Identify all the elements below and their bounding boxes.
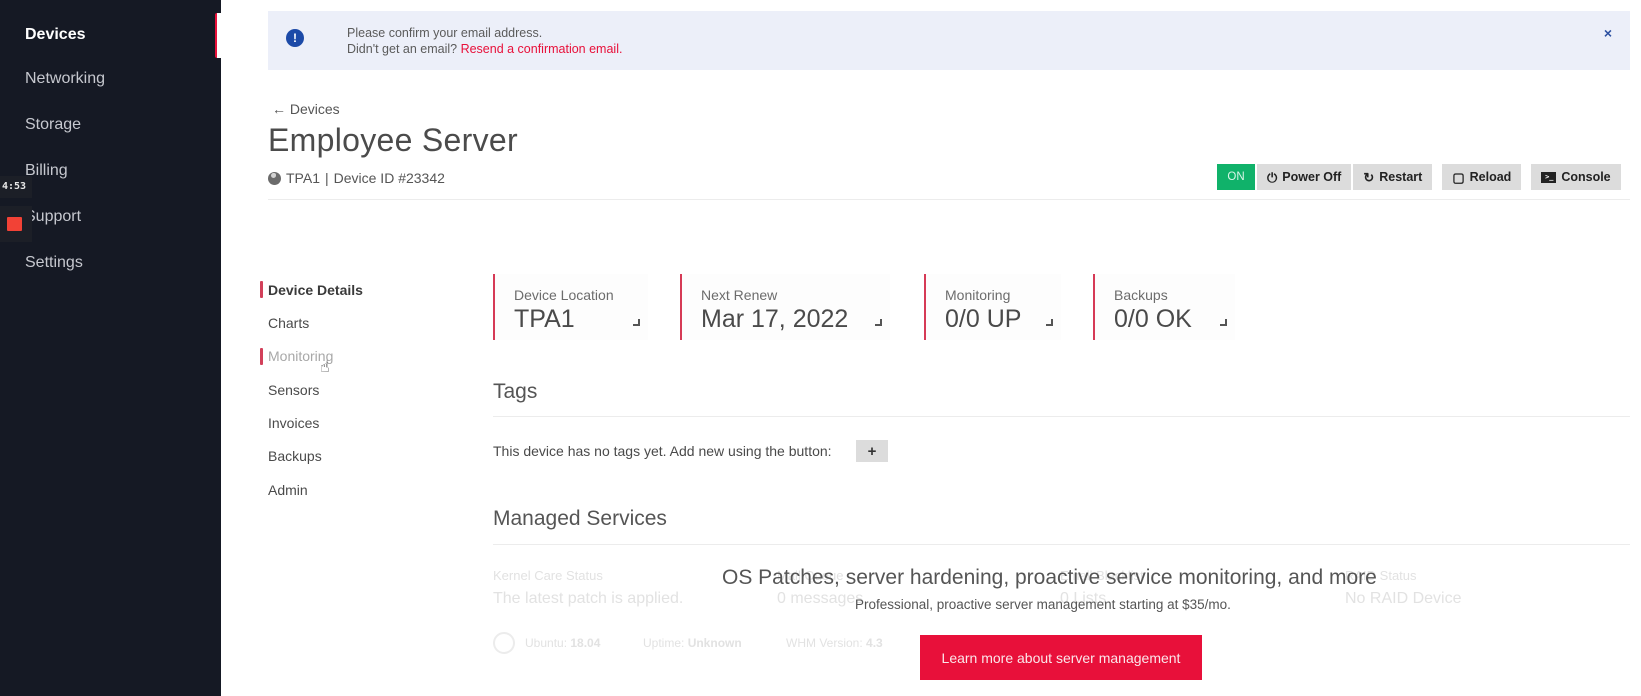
- os-label: Ubuntu:: [525, 636, 568, 650]
- card-value: Mar 17, 2022: [701, 305, 849, 333]
- sidebar-item-devices[interactable]: Devices: [25, 26, 86, 44]
- subnav-active-marker: [260, 281, 263, 298]
- resend-confirmation-link[interactable]: Resend a confirmation email.: [461, 42, 623, 56]
- card-backups[interactable]: Backups 0/0 OK: [1093, 274, 1235, 340]
- sidebar-item-settings[interactable]: Settings: [25, 254, 83, 272]
- device-id: Device ID #23342: [333, 170, 445, 186]
- learn-more-button[interactable]: Learn more about server management: [920, 635, 1202, 680]
- console-label: Console: [1561, 170, 1611, 184]
- subnav-charts[interactable]: Charts: [268, 315, 309, 331]
- device-actions: ON ⏻ Power Off ↻ Restart ▢ Reload >_ Console: [1217, 164, 1621, 190]
- back-to-devices-link[interactable]: ← Devices: [272, 101, 340, 117]
- power-off-label: Power Off: [1282, 170, 1342, 184]
- os-logo-icon: [493, 632, 515, 654]
- tags-heading: Tags: [493, 380, 538, 403]
- unlock-icon: ▢: [1452, 169, 1465, 185]
- device-location: TPA1: [286, 170, 320, 186]
- managed-services-divider: [493, 544, 1630, 545]
- tags-empty-text: This device has no tags yet. Add new usi…: [493, 443, 832, 459]
- card-label: Next Renew: [701, 287, 778, 303]
- card-value: 0/0 OK: [1114, 305, 1192, 333]
- os-version: Ubuntu: 18.04: [525, 636, 600, 650]
- uptime-value: Unknown: [687, 636, 742, 650]
- page-title: Employee Server: [268, 122, 518, 158]
- record-icon: [7, 217, 22, 231]
- alert-message: Please confirm your email address. Didn'…: [347, 25, 622, 57]
- console-button[interactable]: >_ Console: [1531, 164, 1621, 190]
- subnav-backups[interactable]: Backups: [268, 448, 322, 464]
- separator: |: [324, 170, 329, 186]
- globe-icon: [268, 171, 281, 185]
- power-off-button[interactable]: ⏻ Power Off: [1257, 164, 1352, 190]
- subnav-hover-marker: [260, 348, 263, 365]
- email-confirm-alert: ! Please confirm your email address. Did…: [268, 11, 1630, 70]
- sidebar-item-storage[interactable]: Storage: [25, 116, 81, 134]
- card-label: Backups: [1114, 287, 1168, 303]
- sidebar-active-indicator: [215, 13, 221, 58]
- card-device-location[interactable]: Device Location TPA1: [493, 274, 648, 340]
- card-label: Device Location: [514, 287, 614, 303]
- exclamation-icon: !: [286, 29, 304, 47]
- alert-line-2-prefix: Didn't get an email?: [347, 42, 461, 56]
- expand-corner-icon: [633, 319, 640, 326]
- expand-corner-icon: [875, 319, 882, 326]
- uptime: Uptime: Unknown: [643, 636, 742, 650]
- subnav-admin[interactable]: Admin: [268, 482, 308, 498]
- subnav-invoices[interactable]: Invoices: [268, 415, 319, 431]
- add-tag-button[interactable]: +: [856, 440, 888, 462]
- expand-corner-icon: [1220, 319, 1227, 326]
- power-icon: ⏻: [1267, 169, 1278, 185]
- sidebar-item-networking[interactable]: Networking: [25, 70, 105, 88]
- recording-timer: 4:53: [0, 176, 32, 198]
- card-value: 0/0 UP: [945, 305, 1022, 333]
- whm-value: 4.3: [866, 636, 883, 650]
- reload-label: Reload: [1469, 170, 1512, 184]
- card-next-renew[interactable]: Next Renew Mar 17, 2022: [680, 274, 890, 340]
- card-label: Monitoring: [945, 287, 1011, 303]
- promo-subtitle: Professional, proactive server managemen…: [855, 597, 1231, 612]
- restart-label: Restart: [1379, 170, 1423, 184]
- close-icon[interactable]: ×: [1604, 25, 1612, 41]
- restart-icon: ↻: [1363, 169, 1375, 185]
- kernel-care-value: The latest patch is applied.: [493, 590, 684, 607]
- terminal-icon: >_: [1541, 171, 1557, 183]
- managed-services-heading: Managed Services: [493, 507, 667, 530]
- sidebar-item-support[interactable]: Support: [25, 208, 81, 226]
- kernel-care-label: Kernel Care Status: [493, 568, 603, 583]
- record-button[interactable]: [0, 206, 32, 242]
- whm-version: WHM Version: 4.3: [786, 636, 883, 650]
- tags-divider: [493, 416, 1630, 417]
- alert-line-1: Please confirm your email address.: [347, 26, 543, 40]
- whm-label: WHM Version:: [786, 636, 863, 650]
- uptime-label: Uptime:: [643, 636, 685, 650]
- os-value: 18.04: [570, 636, 601, 650]
- card-value: TPA1: [514, 305, 575, 333]
- hand-cursor-icon: ☝: [320, 359, 330, 376]
- expand-corner-icon: [1046, 319, 1053, 326]
- device-subtitle: TPA1 | Device ID #23342: [268, 170, 445, 186]
- raid-status-value: No RAID Device: [1345, 590, 1462, 607]
- alert-line-2: Didn't get an email? Resend a confirmati…: [347, 41, 622, 57]
- restart-button[interactable]: ↻ Restart: [1353, 164, 1433, 190]
- subnav-sensors[interactable]: Sensors: [268, 382, 319, 398]
- reload-button[interactable]: ▢ Reload: [1442, 164, 1522, 190]
- promo-title: OS Patches, server hardening, proactive …: [722, 566, 1377, 589]
- mail-queue-value: 0 messages: [777, 590, 864, 607]
- power-status-badge[interactable]: ON: [1217, 164, 1255, 190]
- sidebar: Devices Networking Storage Billing Suppo…: [0, 0, 221, 696]
- card-monitoring[interactable]: Monitoring 0/0 UP: [924, 274, 1061, 340]
- header-divider: [268, 199, 1630, 200]
- subnav-device-details[interactable]: Device Details: [268, 282, 363, 298]
